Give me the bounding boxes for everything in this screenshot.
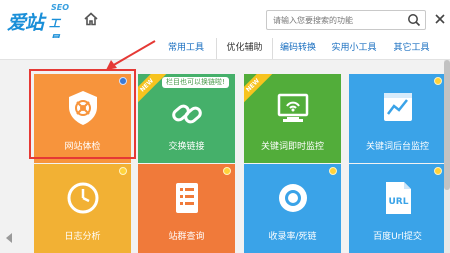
tile-status-icon: [119, 167, 127, 175]
tile-label: 收录率/死链: [268, 232, 317, 242]
chart-window-icon: [384, 93, 412, 121]
tab-small-tools[interactable]: 实用小工具: [324, 38, 384, 59]
tile-log-analysis[interactable]: 日志分析: [34, 164, 131, 253]
search-box[interactable]: [266, 10, 426, 30]
tab-encoding[interactable]: 编码转换: [272, 38, 324, 59]
tile-label: 日志分析: [64, 232, 101, 242]
scrollbar-thumb[interactable]: [444, 60, 450, 190]
home-icon[interactable]: [83, 11, 99, 27]
tile-status-icon: [119, 77, 127, 85]
tile-label: 关键词即时监控: [260, 142, 324, 152]
search-input[interactable]: [273, 14, 403, 27]
new-badge: NEW: [244, 74, 274, 106]
tile-baidu-url-submit[interactable]: URL 百度Url提交: [349, 164, 446, 253]
tile-status-icon: [223, 167, 231, 175]
tile-status-icon: [329, 167, 337, 175]
tile-keyword-background-monitor[interactable]: 关键词后台监控: [349, 74, 446, 163]
tile-label: 网站体检: [64, 142, 101, 152]
scroll-left-arrow-icon[interactable]: [6, 233, 12, 243]
link-icon: [172, 104, 202, 124]
close-icon[interactable]: [433, 12, 447, 26]
tile-label: 交换链接: [168, 142, 205, 152]
tile-label: 百度Url提交: [373, 232, 422, 242]
scrollbar[interactable]: [444, 60, 450, 253]
clock-icon: [67, 182, 99, 214]
list-icon: [176, 183, 198, 213]
logo-seo-text: SEO: [51, 3, 70, 12]
tab-other-tools[interactable]: 其它工具: [384, 38, 439, 59]
tile-label: 关键词后台监控: [365, 142, 429, 152]
logo-text: 爱站: [7, 12, 44, 34]
monitor-signal-icon: [277, 93, 309, 122]
tab-optimization[interactable]: 优化辅助: [216, 38, 273, 59]
tile-tooltip: 栏目也可以换链啦!: [162, 77, 229, 88]
tile-status-icon: [434, 167, 442, 175]
tile-site-group-query[interactable]: 站群查询: [138, 164, 235, 253]
url-document-icon: URL: [386, 182, 411, 214]
shield-bug-icon: [69, 91, 97, 125]
tab-common-tools[interactable]: 常用工具: [156, 38, 216, 59]
tile-site-checkup[interactable]: 网站体检: [34, 74, 131, 163]
tile-label: 站群查询: [168, 232, 205, 242]
svg-text:URL: URL: [389, 197, 409, 207]
target-icon: [279, 184, 307, 212]
category-tabs: 常用工具 优化辅助 编码转换 实用小工具 其它工具: [0, 38, 450, 60]
tile-status-icon: [434, 77, 442, 85]
search-icon[interactable]: [407, 13, 421, 27]
top-bar: 爱站 SEO 工具包: [0, 0, 450, 62]
app-logo[interactable]: 爱站 SEO 工具包: [7, 3, 69, 62]
tile-index-rate-deadlinks[interactable]: 收录率/死链: [244, 164, 341, 253]
tile-link-exchange[interactable]: NEW 栏目也可以换链啦! 交换链接: [138, 74, 235, 163]
tile-keyword-instant-monitor[interactable]: NEW 关键词即时监控: [244, 74, 341, 163]
